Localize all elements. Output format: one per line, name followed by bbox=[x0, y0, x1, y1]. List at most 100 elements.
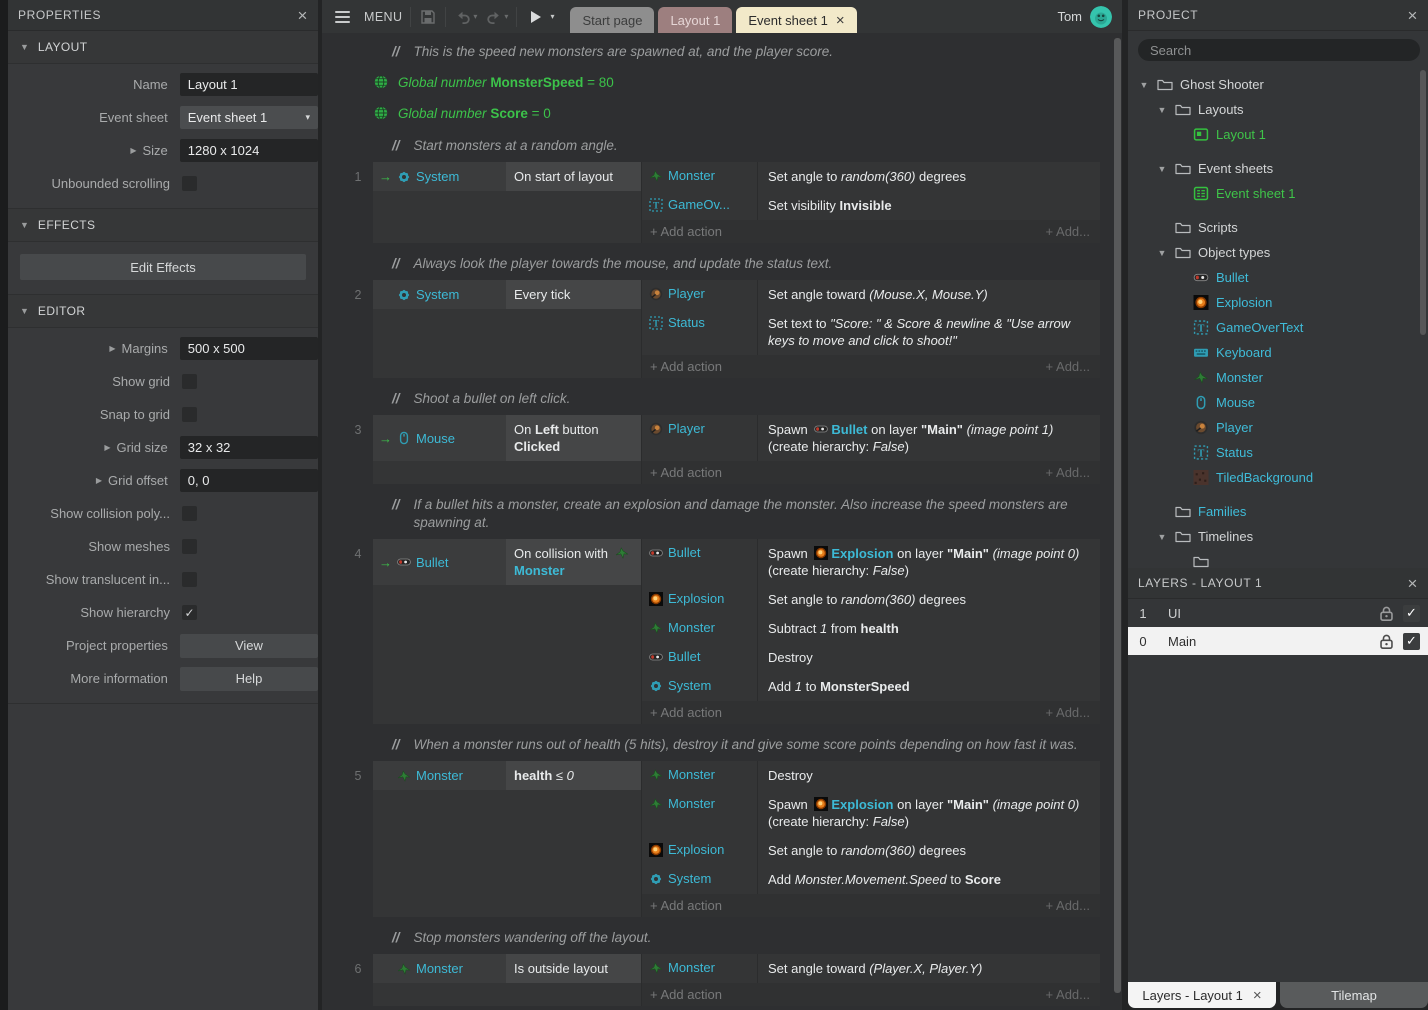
menu-button[interactable]: MENU bbox=[322, 10, 402, 24]
layer-row-main[interactable]: 0Main✓ bbox=[1128, 627, 1428, 655]
tree-item-tiledbackground[interactable]: TiledBackground bbox=[1128, 465, 1428, 490]
event-block[interactable]: 4→BulletOn collision with MonsterBulletS… bbox=[373, 539, 1100, 724]
condition-text[interactable]: On collision with Monster bbox=[506, 539, 641, 585]
close-icon[interactable]: × bbox=[297, 7, 308, 24]
action-row[interactable]: MonsterDestroy bbox=[642, 761, 1100, 790]
undo-button[interactable] bbox=[454, 8, 472, 26]
action-row[interactable]: BulletSpawn Explosion on layer "Main" (i… bbox=[642, 539, 1100, 585]
tree-item-explosion[interactable]: Explosion bbox=[1128, 290, 1428, 315]
add-link[interactable]: + Add... bbox=[1046, 987, 1090, 1002]
tree-expand-arrow-icon[interactable]: ▼ bbox=[1138, 80, 1150, 90]
show-translucent-in-checkbox[interactable] bbox=[182, 572, 197, 587]
tree-item-layout-1[interactable]: Layout 1 bbox=[1128, 122, 1428, 147]
section-header-effects[interactable]: ▼EFFECTS bbox=[8, 209, 318, 242]
condition-object[interactable]: System bbox=[373, 280, 506, 309]
add-action-link[interactable]: + Add action bbox=[650, 898, 722, 913]
tree-item-monster[interactable]: Monster bbox=[1128, 365, 1428, 390]
layer-row-ui[interactable]: 1UI✓ bbox=[1128, 599, 1428, 627]
redo-dropdown-caret[interactable]: ▾ bbox=[504, 12, 508, 21]
condition-object[interactable]: →Mouse bbox=[373, 415, 506, 461]
close-icon[interactable]: × bbox=[1253, 988, 1262, 1003]
event-block[interactable]: 5Monsterhealth ≤ 0MonsterDestroyMonsterS… bbox=[373, 761, 1100, 917]
event-comment[interactable]: //Always look the player towards the mou… bbox=[392, 255, 1082, 273]
condition-object[interactable]: Monster bbox=[373, 761, 506, 790]
show-meshes-checkbox[interactable] bbox=[182, 539, 197, 554]
action-object[interactable]: Monster bbox=[642, 761, 757, 790]
action-text[interactable]: Add Monster.Movement.Speed to Score bbox=[757, 865, 1100, 894]
event-comment[interactable]: //Stop monsters wandering off the layout… bbox=[392, 929, 1082, 947]
global-variable-row[interactable]: Global number MonsterSpeed = 80 bbox=[374, 68, 1122, 96]
event-comment[interactable]: //If a bullet hits a monster, create an … bbox=[392, 496, 1082, 532]
tree-item-ghost-shooter[interactable]: ▼Ghost Shooter bbox=[1128, 72, 1428, 97]
expander-icon[interactable]: ▶ bbox=[109, 344, 115, 353]
avatar[interactable] bbox=[1090, 6, 1112, 28]
condition-row[interactable]: Monsterhealth ≤ 0 bbox=[373, 761, 641, 790]
play-button[interactable] bbox=[531, 11, 541, 23]
view-button[interactable]: View bbox=[180, 634, 318, 658]
redo-button[interactable] bbox=[485, 8, 503, 26]
action-text[interactable]: Destroy bbox=[757, 643, 1100, 672]
action-text[interactable]: Spawn Explosion on layer "Main" (image p… bbox=[757, 790, 1100, 836]
tree-item-status[interactable]: TStatus bbox=[1128, 440, 1428, 465]
section-header-layout[interactable]: ▼LAYOUT bbox=[8, 31, 318, 64]
add-action-link[interactable]: + Add action bbox=[650, 705, 722, 720]
close-icon[interactable]: × bbox=[1407, 575, 1418, 592]
tree-item-scripts[interactable]: Scripts bbox=[1128, 215, 1428, 240]
event-block[interactable]: 1→SystemOn start of layoutMonsterSet ang… bbox=[373, 162, 1100, 243]
tab-layout-1[interactable]: Layout 1 bbox=[658, 7, 732, 33]
add-action-link[interactable]: + Add action bbox=[650, 465, 722, 480]
condition-row[interactable]: →MouseOn Left button Clicked bbox=[373, 415, 641, 461]
tree-expand-arrow-icon[interactable]: ▼ bbox=[1156, 248, 1168, 258]
expander-icon[interactable]: ▶ bbox=[96, 476, 102, 485]
tab-start-page[interactable]: Start page bbox=[570, 7, 654, 33]
search-input[interactable] bbox=[1138, 39, 1420, 61]
event-block[interactable]: 3→MouseOn Left button ClickedPlayerSpawn… bbox=[373, 415, 1100, 484]
action-row[interactable]: SystemAdd Monster.Movement.Speed to Scor… bbox=[642, 865, 1100, 894]
action-text[interactable]: Spawn Bullet on layer "Main" (image poin… bbox=[757, 415, 1100, 461]
event-block[interactable]: 6MonsterIs outside layoutMonsterSet angl… bbox=[373, 954, 1100, 1006]
tree-expand-arrow-icon[interactable]: ▼ bbox=[1156, 105, 1168, 115]
tree-item-keyboard[interactable]: Keyboard bbox=[1128, 340, 1428, 365]
action-text[interactable]: Add 1 to MonsterSpeed bbox=[757, 672, 1100, 701]
action-object[interactable]: Bullet bbox=[642, 643, 757, 672]
layer-visibility-checkbox[interactable]: ✓ bbox=[1403, 633, 1420, 650]
action-row[interactable]: TGameOv...Set visibility Invisible bbox=[642, 191, 1100, 220]
tree-item-item[interactable] bbox=[1128, 549, 1428, 568]
unbounded-scrolling-checkbox[interactable] bbox=[182, 176, 197, 191]
action-object[interactable]: Monster bbox=[642, 162, 757, 191]
action-object[interactable]: Monster bbox=[642, 954, 757, 983]
condition-text[interactable]: Is outside layout bbox=[506, 954, 641, 983]
grid-size-field[interactable]: 32 x 32 bbox=[180, 436, 318, 459]
action-object[interactable]: TGameOv... bbox=[642, 191, 757, 220]
scrollbar-thumb[interactable] bbox=[1114, 38, 1121, 993]
tree-item-families[interactable]: Families bbox=[1128, 499, 1428, 524]
tree-item-mouse[interactable]: Mouse bbox=[1128, 390, 1428, 415]
condition-text[interactable]: health ≤ 0 bbox=[506, 761, 641, 790]
undo-dropdown-caret[interactable]: ▾ bbox=[473, 12, 477, 21]
project-scrollbar-thumb[interactable] bbox=[1420, 70, 1426, 335]
action-object[interactable]: TStatus bbox=[642, 309, 757, 355]
show-collision-poly-checkbox[interactable] bbox=[182, 506, 197, 521]
condition-object[interactable]: →Bullet bbox=[373, 539, 506, 585]
action-text[interactable]: Set text to "Score: " & Score & newline … bbox=[757, 309, 1100, 355]
add-action-link[interactable]: + Add action bbox=[650, 987, 722, 1002]
condition-text[interactable]: On Left button Clicked bbox=[506, 415, 641, 461]
grid-offset-field[interactable]: 0, 0 bbox=[180, 469, 318, 492]
action-row[interactable]: MonsterSubtract 1 from health bbox=[642, 614, 1100, 643]
tree-item-event-sheets[interactable]: ▼Event sheets bbox=[1128, 156, 1428, 181]
action-row[interactable]: MonsterSet angle toward (Player.X, Playe… bbox=[642, 954, 1100, 983]
action-object[interactable]: Monster bbox=[642, 614, 757, 643]
size-field[interactable]: 1280 x 1024 bbox=[180, 139, 318, 162]
layer-visibility-checkbox[interactable]: ✓ bbox=[1403, 605, 1420, 622]
action-row[interactable]: MonsterSpawn Explosion on layer "Main" (… bbox=[642, 790, 1100, 836]
tree-item-object-types[interactable]: ▼Object types bbox=[1128, 240, 1428, 265]
play-dropdown-caret[interactable]: ▾ bbox=[550, 12, 554, 21]
show-hierarchy-checkbox[interactable]: ✓ bbox=[182, 605, 197, 620]
action-text[interactable]: Set angle to random(360) degrees bbox=[757, 836, 1100, 865]
condition-row[interactable]: SystemEvery tick bbox=[373, 280, 641, 309]
action-object[interactable]: Bullet bbox=[642, 539, 757, 585]
tree-item-timelines[interactable]: ▼Timelines bbox=[1128, 524, 1428, 549]
tab-event-sheet-1[interactable]: Event sheet 1× bbox=[736, 7, 856, 33]
action-text[interactable]: Set visibility Invisible bbox=[757, 191, 1100, 220]
action-text[interactable]: Destroy bbox=[757, 761, 1100, 790]
